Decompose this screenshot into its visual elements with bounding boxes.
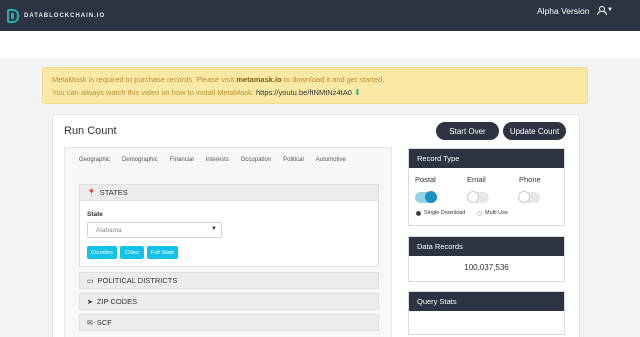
alert-line1-prefix: MetaMask is required to purchase records… — [52, 75, 237, 84]
tab-political[interactable]: Political — [283, 157, 304, 163]
version-label: Alpha Version — [537, 6, 590, 16]
record-type-title: Record Type — [409, 149, 564, 168]
map-icon: ▭ — [87, 277, 94, 285]
metamask-alert: MetaMask is required to purchase records… — [42, 67, 588, 104]
states-label: STATES — [99, 188, 128, 197]
radio-unselected-icon — [477, 210, 482, 216]
email-toggle[interactable] — [467, 191, 489, 203]
scf-accordion-header[interactable]: ✉ SCF — [79, 314, 379, 331]
subheader-band — [0, 31, 640, 58]
toggle-knob — [425, 191, 437, 203]
state-label: State — [87, 211, 103, 218]
email-label: Email — [467, 175, 486, 184]
political-districts-accordion-header[interactable]: ▭ POLITICAL DISTRICTS — [79, 272, 379, 289]
map-marker-icon: 📍 — [87, 189, 96, 197]
states-accordion-header[interactable]: 📍 STATES — [79, 184, 379, 201]
phone-toggle[interactable] — [518, 191, 540, 203]
logo-text: DATABLOCKCHAIN.IO — [24, 12, 106, 19]
chevron-down-icon: ▼ — [211, 226, 217, 232]
tab-demographic[interactable]: Demographic — [122, 157, 158, 163]
phone-label: Phone — [519, 175, 541, 184]
user-icon — [597, 6, 607, 15]
state-select-value: Alabama — [96, 226, 122, 234]
data-records-title: Data Records — [409, 237, 564, 256]
tab-financial[interactable]: Financial — [170, 157, 194, 163]
single-download-option[interactable]: Single Download — [416, 210, 465, 216]
multi-use-option[interactable]: Multi Use — [477, 210, 508, 216]
postal-label: Postal — [415, 175, 436, 184]
radio-selected-icon — [416, 210, 421, 216]
metamask-link[interactable]: metamask.io — [236, 75, 281, 84]
tab-interests[interactable]: Interests — [206, 157, 229, 163]
alert-line1-suffix: to download it and get started. — [281, 75, 385, 84]
zip-codes-label: ZIP CODES — [96, 297, 138, 306]
query-stats-title: Query Stats — [409, 292, 564, 311]
political-districts-label: POLITICAL DISTRICTS — [97, 276, 178, 285]
video-link[interactable]: https://youtu.be/ftNMtNz4tA0 — [256, 88, 352, 97]
alert-line2-prefix: You can always watch this video on how t… — [52, 88, 256, 97]
postal-toggle[interactable] — [415, 191, 437, 203]
page-title: Run Count — [64, 125, 117, 137]
single-download-label: Single Download — [424, 210, 466, 216]
query-stats-box: Query Stats — [408, 291, 565, 335]
tab-geographic[interactable]: Geographic — [79, 157, 110, 163]
top-navbar: DATABLOCKCHAIN.IO Alpha Version ▼ — [0, 0, 640, 31]
full-state-button[interactable]: Full State — [147, 246, 178, 259]
data-records-box: Data Records — [408, 236, 565, 282]
toggle-knob — [518, 191, 530, 203]
tab-occupation[interactable]: Occupation — [241, 157, 271, 163]
scf-label: SCF — [96, 318, 112, 327]
start-over-button[interactable]: Start Over — [436, 122, 499, 140]
envelope-icon: ✉ — [87, 319, 93, 327]
toggle-knob — [467, 191, 479, 203]
tab-automotive[interactable]: Automotive — [316, 157, 346, 163]
user-menu-button[interactable]: ▼ — [597, 6, 613, 15]
logo[interactable]: DATABLOCKCHAIN.IO — [7, 8, 106, 23]
update-count-button[interactable]: Update Count — [503, 122, 566, 140]
counties-button[interactable]: Counties — [87, 246, 117, 259]
cities-button[interactable]: Cities — [120, 246, 144, 259]
multi-use-label: Multi Use — [485, 210, 508, 216]
filter-tabs: Geographic Demographic Financial Interes… — [79, 157, 358, 163]
logo-icon — [7, 8, 19, 23]
state-select[interactable]: Alabama ▼ — [87, 222, 222, 238]
zip-codes-accordion-header[interactable]: ➤ ZIP CODES — [79, 293, 379, 310]
data-records-value: 100,037,536 — [464, 263, 509, 272]
chevron-down-icon: ▼ — [607, 7, 613, 13]
location-arrow-icon: ➤ — [87, 298, 93, 306]
download-icon[interactable]: ⬇ — [354, 89, 361, 97]
